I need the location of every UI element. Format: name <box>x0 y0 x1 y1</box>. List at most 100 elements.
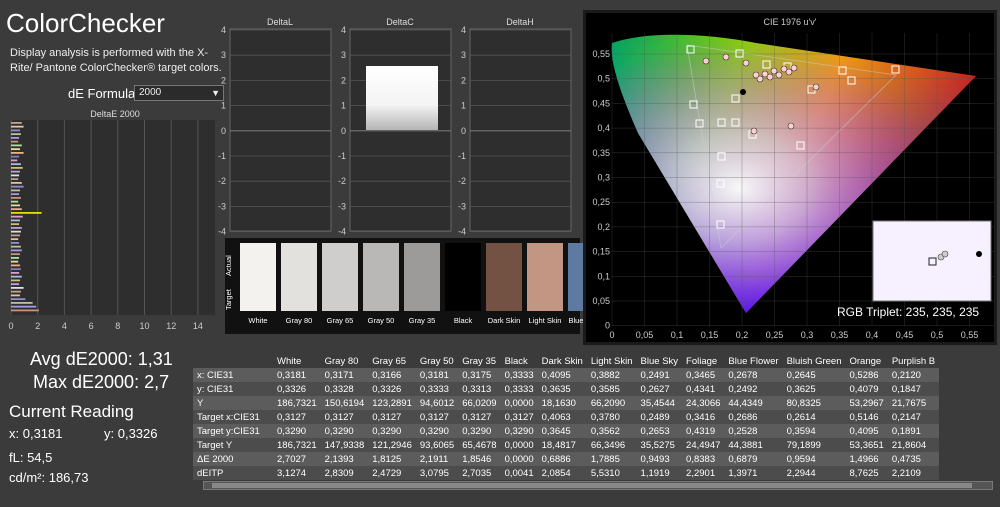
table-cell: 2,7035 <box>458 466 501 480</box>
table-cell: 0,3333 <box>500 368 538 382</box>
table-cell: 0,3127 <box>415 410 459 424</box>
table-row: x: CIE31 0,3181 0,3171 0,3166 0,3181 0,3175 0,… <box>193 368 940 382</box>
table-cell: 0,3290 <box>320 424 369 438</box>
deltae-bar <box>11 170 20 173</box>
table-cell: 1,4966 <box>845 452 888 466</box>
deltae-bar <box>11 185 24 188</box>
deltae-bar <box>11 155 20 158</box>
cie-y-tick: 0,5 <box>597 74 610 84</box>
table-cell: 93,6065 <box>415 438 459 452</box>
cie-x-tick: 0,35 <box>831 330 849 340</box>
deltae-bar <box>11 152 24 154</box>
table-cell: 0,3127 <box>368 410 416 424</box>
deltae-bar <box>11 140 19 143</box>
table-cell: 0,4079 <box>845 382 888 396</box>
delta-tick-label: 2 <box>341 75 346 85</box>
table-cell: 0,3594 <box>782 424 846 438</box>
swatch-white <box>240 243 276 311</box>
table-cell: 0,0041 <box>500 466 538 480</box>
deltae-bar <box>11 122 22 124</box>
table-cell: 0,3645 <box>537 424 587 438</box>
table-cell: 0,3290 <box>415 424 459 438</box>
table-cell: 0,3562 <box>586 424 637 438</box>
column-header: Black <box>500 354 538 368</box>
column-header: Gray 80 <box>320 354 369 368</box>
swatch-label: Gray 65 <box>326 316 354 325</box>
table-cell: 35,4544 <box>636 396 683 410</box>
column-header: Orange <box>845 354 888 368</box>
deltae-bar <box>11 245 21 248</box>
deltae-bar <box>11 290 21 293</box>
table-cell: 0,4063 <box>537 410 587 424</box>
delta-tick-label: 3 <box>341 50 346 60</box>
deltae-bar <box>11 287 24 289</box>
table-cell: 0,2678 <box>724 368 783 382</box>
table-cell: 186,7321 <box>273 438 321 452</box>
formula-select[interactable]: 2000 ▼ <box>134 85 224 101</box>
delta-tick-label: 0 <box>461 126 466 136</box>
deltae-tick-label: 12 <box>166 321 176 331</box>
column-header: Gray 65 <box>368 354 416 368</box>
table-row: Target y:CIE31 0,3290 0,3290 0,3290 0,3290 0,… <box>193 424 940 438</box>
table-cell: 0,0000 <box>500 452 538 466</box>
deltae-bar <box>11 257 20 259</box>
cie-x-tick: 0,45 <box>896 330 914 340</box>
column-header: Foliage <box>682 354 725 368</box>
table-cell: 66,0209 <box>458 396 501 410</box>
delta-chart-1: 4 3 2 1 0 -1 -2 -3 -4 <box>338 25 452 237</box>
table-cell: 2,1911 <box>415 452 459 466</box>
cie-x-tick: 0,3 <box>801 330 814 340</box>
swatch-panel: Actual Target White Gray 80 Gray 65 Gray 50… <box>224 238 588 334</box>
column-header: Blue Flower <box>724 354 783 368</box>
cie-x-tick: 0,5 <box>931 330 944 340</box>
avg-de: Avg dE2000: 1,31 <box>30 349 173 369</box>
page-title: ColorChecker <box>6 8 165 38</box>
table-corner <box>193 354 273 368</box>
swatch-dark-skin <box>486 243 522 311</box>
formula-value: 2000 <box>139 87 162 98</box>
swatch-gray-35 <box>404 243 440 311</box>
table-cell: 0,3290 <box>500 424 538 438</box>
table-cell: 0,2528 <box>724 424 783 438</box>
table-cell: 121,2946 <box>368 438 416 452</box>
delta-tick-label: -1 <box>458 151 466 161</box>
table-cell: 0,3290 <box>458 424 501 438</box>
table-cell: 0,3333 <box>500 382 538 396</box>
delta-tick-label: -2 <box>218 176 226 186</box>
delta-tick-label: 4 <box>341 25 346 35</box>
table-cell: 0,3290 <box>368 424 416 438</box>
table-cell: 53,3651 <box>845 438 888 452</box>
cie-x-tick: 0,2 <box>736 330 749 340</box>
deltae-bar <box>11 223 20 226</box>
data-table: White Gray 80 Gray 65 Gray 50 Gray 35 Black Da… <box>193 354 940 480</box>
table-cell: 147,9338 <box>320 438 369 452</box>
cie-y-tick: 0,05 <box>592 296 610 306</box>
cie-y-tick: 0,1 <box>597 271 610 281</box>
cie-y-tick: 0,45 <box>592 98 610 108</box>
delta-tick-label: -2 <box>338 176 346 186</box>
swatch-label: Gray 50 <box>367 316 395 325</box>
table-horizontal-scrollbar[interactable] <box>203 481 993 490</box>
table-cell: 0,3585 <box>586 382 637 396</box>
deltae-tick-label: 14 <box>193 321 203 331</box>
deltae-bar <box>11 234 20 237</box>
scrollbar-thumb[interactable] <box>212 483 972 488</box>
table-cell: 44,4349 <box>724 396 783 410</box>
delta-tick-label: 3 <box>221 50 226 60</box>
cie-y-tick: 0,3 <box>597 173 610 183</box>
table-cell: 2,7027 <box>273 452 321 466</box>
reading-x: x: 0,3181 <box>9 426 63 441</box>
table-cell: 0,8383 <box>682 452 725 466</box>
table-cell: 0,2489 <box>636 410 683 424</box>
table-cell: 66,3496 <box>586 438 637 452</box>
deltae-bar <box>11 309 39 312</box>
max-de: Max dE2000: 2,7 <box>33 372 170 392</box>
table-cell: 150,6194 <box>320 396 369 410</box>
table-cell: 0,4341 <box>682 382 725 396</box>
table-cell: 0,3313 <box>458 382 501 396</box>
rgb-triplet: RGB Triplet: 235, 235, 235 <box>837 305 980 319</box>
table-cell: 0,2147 <box>887 410 940 424</box>
deltae-bar <box>11 125 24 128</box>
table-cell: 1,1919 <box>636 466 683 480</box>
table-cell: 0,9594 <box>782 452 846 466</box>
